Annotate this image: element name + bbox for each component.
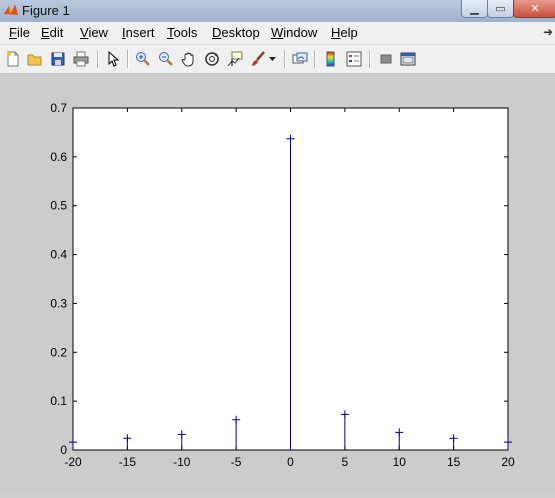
stem-plot: -20 -15 -10 -5 0 5 10 15 20 0 0.1 0.2 0.3 0.4 0.5 0.6 0… [50,101,515,469]
close-icon: ✕ [530,3,540,15]
x-tick-label: 0 [287,455,294,469]
show-plot-tools-button[interactable] [398,49,418,69]
menu-bar: File Edit View Insert Tools Desktop Wind… [0,22,555,45]
y-tick-label: 0.4 [50,248,67,262]
matlab-logo-icon [4,4,18,15]
maximize-button[interactable]: ▭ [487,0,514,18]
toolbar-separator [369,50,371,68]
menu-window[interactable]: Window [271,25,317,41]
link-plot-icon [292,52,308,64]
zoom-out-icon [159,52,173,66]
title-bar: Figure 1 ▁ ▭ ✕ [0,0,555,23]
print-icon [73,51,89,67]
menu-file[interactable]: File [9,25,30,41]
brush-dropdown-icon [269,57,276,61]
data-cursor-icon [227,51,243,67]
brush-button[interactable] [248,49,268,69]
pan-button[interactable] [179,49,199,69]
pan-hand-icon [181,52,194,67]
brush-dropdown-button[interactable] [268,49,278,69]
y-tick-label: 0.3 [50,296,67,310]
y-tick-label: 0.2 [50,345,67,359]
y-tick-label: 0 [60,443,67,457]
open-file-icon [27,54,42,66]
menu-view[interactable]: View [80,25,108,41]
edit-plot-button[interactable] [103,49,123,69]
x-tick-label: -10 [173,455,191,469]
menu-edit[interactable]: Edit [41,25,63,41]
hide-plot-tools-button[interactable] [376,49,396,69]
zoom-in-button[interactable] [133,49,153,69]
menu-insert[interactable]: Insert [122,25,155,41]
legend-icon [346,51,362,67]
rotate-3d-icon [205,52,219,66]
new-figure-icon [7,51,19,67]
x-tick-label: -15 [119,455,137,469]
colorbar-icon [326,51,335,67]
menu-desktop[interactable]: Desktop [212,25,260,41]
figure-canvas: -20 -15 -10 -5 0 5 10 15 20 0 0.1 0.2 0.3 0.4 0.5 0.6 0… [0,74,555,493]
y-tick-label: 0.5 [50,199,67,213]
y-tick-label: 0.6 [50,150,67,164]
figure-toolbar [0,45,555,74]
edit-plot-arrow-icon [108,51,120,67]
insert-colorbar-button[interactable] [321,49,341,69]
x-tick-label: 10 [393,455,407,469]
open-file-button[interactable] [25,49,45,69]
toolbar-separator [314,50,316,68]
brush-icon [252,51,265,66]
toolbar-separator [284,50,286,68]
minimize-button[interactable]: ▁ [461,0,488,18]
minimize-icon: ▁ [470,3,479,15]
x-tick-label: 5 [342,455,349,469]
zoom-in-icon [136,52,150,66]
x-tick-label: 15 [447,455,461,469]
toolbar-separator [127,50,129,68]
data-cursor-button[interactable] [225,49,245,69]
rotate-3d-button[interactable] [202,49,222,69]
save-icon [51,52,65,66]
close-button[interactable]: ✕ [513,0,555,18]
insert-legend-button[interactable] [344,49,364,69]
window-title: Figure 1 [22,3,70,18]
print-button[interactable] [71,49,91,69]
hide-plot-tools-icon [380,54,392,64]
toolbar-separator [97,50,99,68]
menu-help[interactable]: Help [331,25,358,41]
maximize-icon: ▭ [495,3,506,15]
x-tick-label: 20 [501,455,515,469]
dock-arrow-icon[interactable]: ➜ [543,25,553,39]
x-tick-label: -5 [231,455,242,469]
save-button[interactable] [48,49,68,69]
y-tick-label: 0.7 [50,101,67,115]
new-figure-button[interactable] [3,49,23,69]
y-tick-label: 0.1 [50,394,67,408]
link-plot-button[interactable] [290,49,310,69]
menu-tools[interactable]: Tools [167,25,197,41]
x-tick-label: -20 [64,455,82,469]
show-plot-tools-icon [400,52,416,66]
zoom-out-button[interactable] [156,49,176,69]
